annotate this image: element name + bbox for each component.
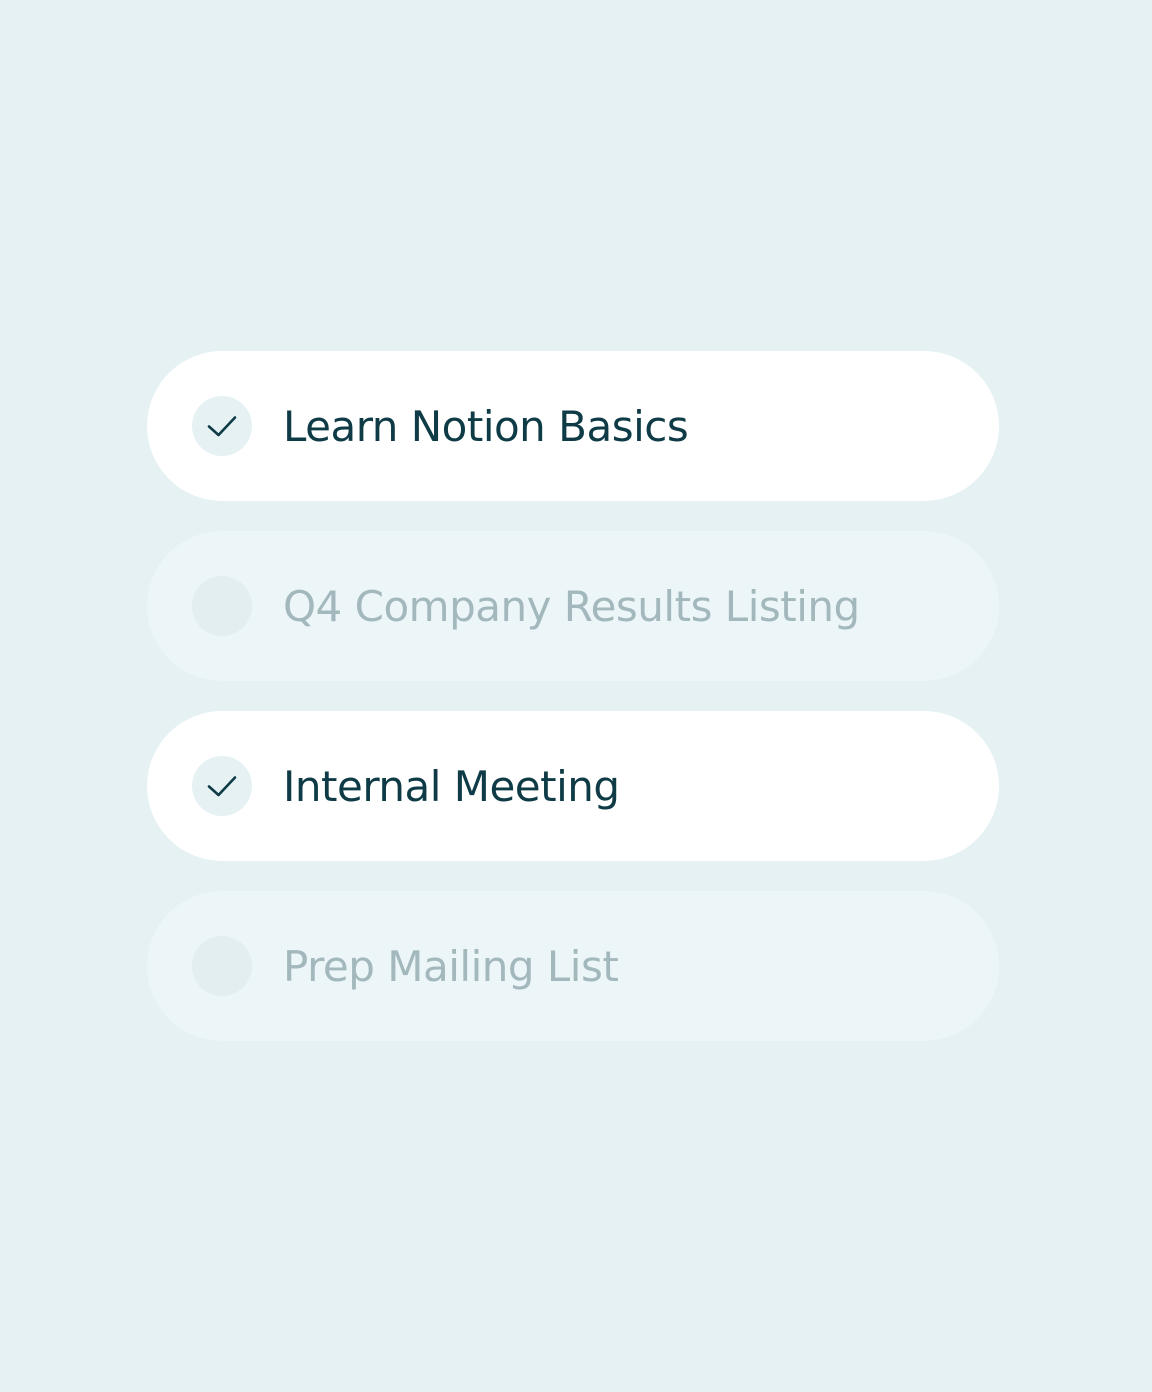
task-checkbox[interactable] <box>192 396 252 456</box>
check-icon <box>207 416 237 437</box>
task-item-prep-mailing-list[interactable]: Prep Mailing List <box>147 891 999 1041</box>
task-item-learn-notion-basics[interactable]: Learn Notion Basics <box>147 351 999 501</box>
task-label: Prep Mailing List <box>283 941 619 991</box>
task-checkbox[interactable] <box>192 756 252 816</box>
task-label: Learn Notion Basics <box>283 401 689 451</box>
task-list: Learn Notion Basics Q4 Company Results L… <box>147 351 999 1071</box>
task-checkbox[interactable] <box>192 936 252 996</box>
check-icon <box>207 776 237 797</box>
task-label: Q4 Company Results Listing <box>283 581 860 631</box>
task-checkbox[interactable] <box>192 576 252 636</box>
task-item-internal-meeting[interactable]: Internal Meeting <box>147 711 999 861</box>
task-item-q4-company-results-listing[interactable]: Q4 Company Results Listing <box>147 531 999 681</box>
task-label: Internal Meeting <box>283 761 620 811</box>
